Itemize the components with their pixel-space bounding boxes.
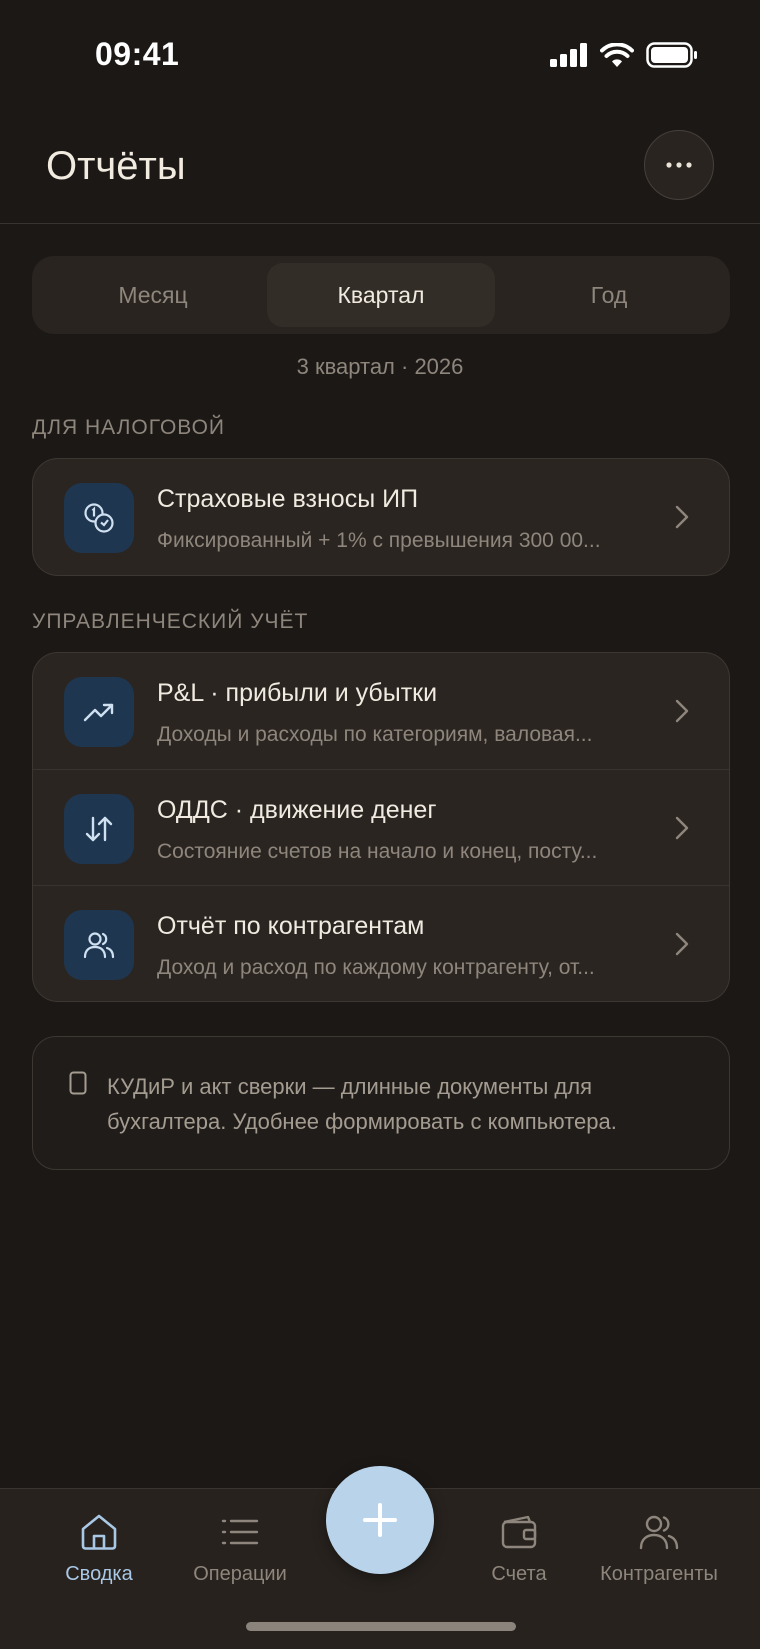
report-subtitle: Доходы и расходы по категориям, валовая.… bbox=[157, 723, 593, 746]
tab-accounts[interactable]: Счета bbox=[449, 1507, 589, 1586]
tab-label: Сводка bbox=[65, 1563, 133, 1585]
trend-up-icon bbox=[64, 677, 134, 747]
section-label-management: УПРАВЛЕНЧЕСКИЙ УЧЁТ bbox=[32, 610, 309, 633]
tab-label: Счета bbox=[491, 1563, 547, 1585]
tab-operations[interactable]: Операции bbox=[170, 1507, 310, 1586]
report-title: Страховые взносы ИП bbox=[157, 485, 419, 513]
users-icon bbox=[64, 910, 134, 980]
report-subtitle: Состояние счетов на начало и конец, пост… bbox=[157, 840, 598, 863]
segment-month[interactable]: Месяц bbox=[39, 263, 267, 327]
tab-label: Операции bbox=[193, 1563, 287, 1585]
add-operation-button[interactable] bbox=[326, 1466, 434, 1574]
plus-icon bbox=[363, 1503, 397, 1537]
cellular-signal-icon bbox=[550, 43, 587, 67]
segment-quarter[interactable]: Квартал bbox=[267, 263, 495, 327]
reports-screen: 09:41 Отчёты Месяц Квартал Год 3 квартал… bbox=[0, 0, 760, 1649]
battery-icon bbox=[646, 42, 697, 68]
desktop-notice: КУДиР и акт сверки — длинные документы д… bbox=[32, 1036, 730, 1170]
more-button[interactable] bbox=[644, 130, 714, 200]
status-icons bbox=[550, 42, 698, 68]
chevron-right-icon bbox=[675, 932, 689, 956]
report-title: ОДДС · движение денег bbox=[157, 796, 437, 824]
arrows-updown-icon bbox=[64, 794, 134, 864]
report-row-insurance[interactable]: Страховые взносы ИП Фиксированный + 1% с… bbox=[33, 459, 729, 575]
period-label: 3 квартал · 2026 bbox=[296, 354, 464, 379]
status-time: 09:41 bbox=[95, 36, 180, 72]
chevron-right-icon bbox=[675, 816, 689, 840]
home-icon bbox=[81, 1514, 117, 1550]
notice-text: КУДиР и акт сверки — длинные документы д… bbox=[107, 1069, 687, 1139]
tax-reports-card: Страховые взносы ИП Фиксированный + 1% с… bbox=[32, 458, 730, 576]
tab-counterparties[interactable]: Контрагенты bbox=[589, 1507, 729, 1586]
chevron-right-icon bbox=[675, 505, 689, 529]
page-title: Отчёты bbox=[46, 144, 186, 188]
report-subtitle: Доход и расход по каждому контрагенту, о… bbox=[157, 956, 595, 979]
report-row-counterparties[interactable]: Отчёт по контрагентам Доход и расход по … bbox=[33, 885, 729, 1001]
report-row-pnl[interactable]: P&L · прибыли и убытки Доходы и расходы … bbox=[33, 653, 729, 769]
report-title: P&L · прибыли и убытки bbox=[157, 679, 438, 707]
home-indicator bbox=[246, 1622, 516, 1631]
segment-year[interactable]: Год bbox=[495, 263, 723, 327]
wallet-icon bbox=[501, 1515, 537, 1549]
coins-icon bbox=[64, 483, 134, 553]
management-reports-card: P&L · прибыли и убытки Доходы и расходы … bbox=[32, 652, 730, 1002]
report-title: Отчёт по контрагентам bbox=[157, 912, 425, 940]
phone-icon bbox=[69, 1071, 87, 1095]
report-row-cashflow[interactable]: ОДДС · движение денег Состояние счетов н… bbox=[33, 769, 729, 885]
users-icon bbox=[639, 1515, 679, 1550]
status-bar: 09:41 bbox=[0, 0, 760, 110]
tab-summary[interactable]: Сводка bbox=[29, 1507, 169, 1586]
tab-label: Контрагенты bbox=[600, 1563, 718, 1585]
wifi-icon bbox=[600, 42, 634, 67]
header: Отчёты bbox=[0, 110, 760, 224]
more-dots-icon bbox=[666, 162, 692, 168]
section-label-tax: ДЛЯ НАЛОГОВОЙ bbox=[32, 416, 226, 439]
period-segmented-control: Месяц Квартал Год bbox=[32, 256, 730, 334]
report-subtitle: Фиксированный + 1% с превышения 300 00..… bbox=[157, 529, 601, 552]
notice-line: бухгалтера. Удобнее формировать с компью… bbox=[107, 1109, 617, 1134]
chevron-right-icon bbox=[675, 699, 689, 723]
list-icon bbox=[221, 1519, 259, 1545]
notice-line: КУДиР и акт сверки — длинные документы д… bbox=[107, 1074, 592, 1099]
